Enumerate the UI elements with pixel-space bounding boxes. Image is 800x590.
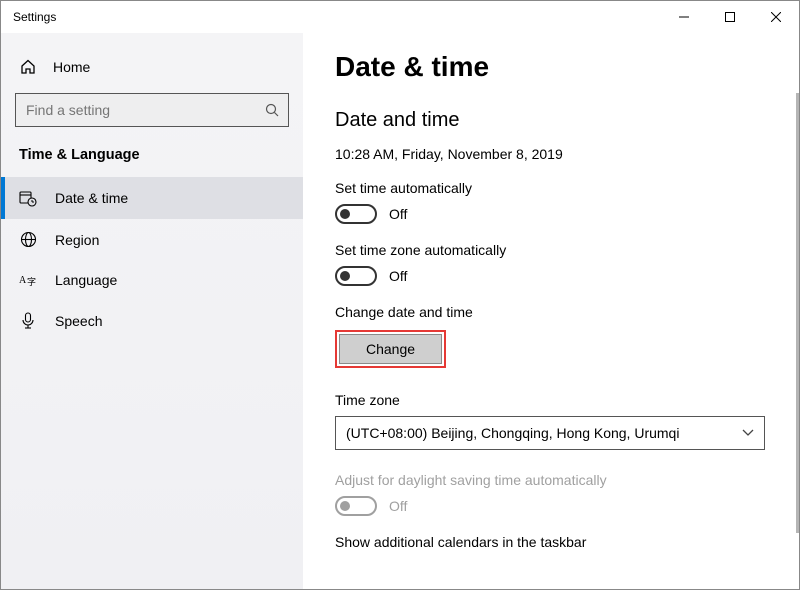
sidebar-item-date-time[interactable]: Date & time	[1, 177, 303, 219]
chevron-down-icon	[742, 429, 754, 437]
sidebar-item-label: Language	[55, 272, 117, 288]
timezone-value: (UTC+08:00) Beijing, Chongqing, Hong Kon…	[346, 425, 679, 441]
language-icon: A字	[19, 272, 37, 288]
dst-toggle	[335, 496, 377, 516]
close-button[interactable]	[753, 1, 799, 33]
close-icon	[771, 12, 781, 22]
home-label: Home	[53, 59, 90, 75]
section-title: Date and time	[335, 109, 767, 132]
search-icon	[265, 103, 279, 117]
microphone-icon	[19, 312, 37, 330]
scrollbar[interactable]	[796, 93, 799, 533]
maximize-icon	[725, 12, 735, 22]
content-area: Date & time Date and time 10:28 AM, Frid…	[303, 33, 799, 589]
sidebar-item-speech[interactable]: Speech	[1, 300, 303, 342]
set-tz-auto-state: Off	[389, 268, 407, 284]
sidebar-item-label: Speech	[55, 313, 102, 329]
search-box[interactable]	[15, 93, 289, 127]
sidebar-item-label: Date & time	[55, 190, 128, 206]
current-datetime: 10:28 AM, Friday, November 8, 2019	[335, 146, 767, 162]
window-controls	[661, 1, 799, 33]
change-dt-label: Change date and time	[335, 304, 767, 320]
titlebar: Settings	[1, 1, 799, 33]
svg-text:A: A	[19, 275, 27, 286]
change-button[interactable]: Change	[339, 334, 442, 364]
timezone-label: Time zone	[335, 392, 767, 408]
home-nav[interactable]: Home	[1, 49, 303, 85]
dst-label: Adjust for daylight saving time automati…	[335, 472, 767, 488]
page-title: Date & time	[335, 51, 767, 83]
window-title: Settings	[13, 10, 56, 24]
set-time-auto-state: Off	[389, 206, 407, 222]
additional-calendars-label: Show additional calendars in the taskbar	[335, 534, 767, 550]
globe-icon	[19, 231, 37, 248]
minimize-button[interactable]	[661, 1, 707, 33]
sidebar: Home Time & Language Date & time Region …	[1, 33, 303, 589]
sidebar-item-region[interactable]: Region	[1, 219, 303, 260]
change-button-highlight: Change	[335, 330, 446, 368]
set-time-auto-toggle[interactable]	[335, 204, 377, 224]
sidebar-item-language[interactable]: A字 Language	[1, 260, 303, 300]
minimize-icon	[679, 12, 689, 22]
home-icon	[19, 59, 37, 75]
sidebar-item-label: Region	[55, 232, 99, 248]
maximize-button[interactable]	[707, 1, 753, 33]
set-tz-auto-label: Set time zone automatically	[335, 242, 767, 258]
timezone-select[interactable]: (UTC+08:00) Beijing, Chongqing, Hong Kon…	[335, 416, 765, 450]
set-time-auto-label: Set time automatically	[335, 180, 767, 196]
dst-state: Off	[389, 498, 407, 514]
clock-calendar-icon	[19, 189, 37, 207]
set-tz-auto-toggle[interactable]	[335, 266, 377, 286]
category-title: Time & Language	[1, 147, 303, 177]
svg-text:字: 字	[27, 276, 36, 287]
search-input[interactable]	[15, 93, 289, 127]
